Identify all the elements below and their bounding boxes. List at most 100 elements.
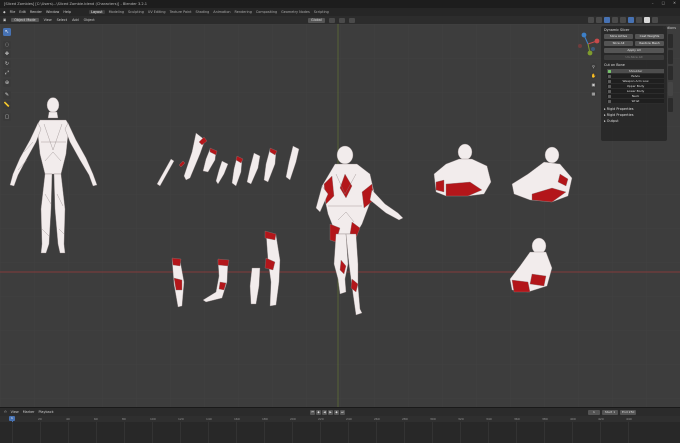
timeline-editor-icon[interactable]: ⏱: [4, 410, 7, 414]
scale-icon[interactable]: ⤢: [3, 69, 11, 77]
tab-compositing[interactable]: Compositing: [256, 10, 277, 14]
slice-all-button[interactable]: Slice All: [604, 41, 633, 46]
ruler-tick-label: 160: [234, 417, 240, 421]
play-reverse-icon[interactable]: ◀: [322, 410, 327, 415]
jump-start-icon[interactable]: ⏮: [310, 410, 315, 415]
frame-ruler[interactable]: 0204060801001201401601802002202402602803…: [0, 416, 680, 422]
menu-add[interactable]: Add: [72, 18, 79, 22]
tab-modeling[interactable]: Modeling: [109, 10, 124, 14]
tab-geometry-nodes[interactable]: Geometry Nodes: [281, 10, 310, 14]
menu-object[interactable]: Object: [84, 18, 95, 22]
ruler-tick-label: 280: [402, 417, 408, 421]
ruler-gridline: [488, 422, 489, 443]
menu-window[interactable]: Window: [46, 10, 59, 14]
menu-render[interactable]: Render: [30, 10, 42, 14]
blender-logo-icon[interactable]: ◆: [3, 10, 6, 14]
tab-misc[interactable]: [668, 98, 673, 112]
pivot-icon[interactable]: [328, 17, 335, 23]
zoom-icon[interactable]: ⚲: [590, 63, 597, 70]
annotate-icon[interactable]: ✎: [3, 91, 11, 99]
collapsed-section[interactable]: ▸ Rigid Properties: [604, 113, 664, 117]
perspective-toggle-icon[interactable]: ▦: [590, 90, 597, 97]
tab-view[interactable]: [668, 66, 673, 80]
prev-key-icon[interactable]: ◆: [316, 410, 321, 415]
close-button[interactable]: ✕: [673, 1, 676, 5]
panel-section-title[interactable]: Dynamic Slicer: [604, 28, 664, 32]
visibility-icon[interactable]: [588, 17, 594, 23]
collapsed-section[interactable]: ▸ Output: [604, 119, 664, 123]
tab-scripting[interactable]: Scripting: [314, 10, 329, 14]
tab-texture-paint[interactable]: Texture Paint: [170, 10, 192, 14]
wireframe-shading-icon[interactable]: [620, 17, 626, 23]
select-box-icon[interactable]: ◌: [3, 40, 11, 49]
minimize-button[interactable]: –: [652, 1, 654, 5]
solid-shading-icon[interactable]: [628, 17, 634, 23]
x-axis-icon[interactable]: [594, 38, 600, 44]
z-axis-icon[interactable]: [581, 32, 587, 38]
list-item[interactable]: Wrist: [607, 99, 664, 104]
ruler-tick-label: 180: [262, 417, 268, 421]
ruler-gridline: [572, 422, 573, 443]
tab-uv-editing[interactable]: UV Editing: [148, 10, 166, 14]
transform-icon[interactable]: ⊕: [3, 78, 11, 87]
pan-hand-icon[interactable]: ✋: [590, 72, 597, 79]
add-cube-icon[interactable]: ▢: [3, 113, 11, 121]
rendered-shading-icon[interactable]: [644, 17, 650, 23]
current-frame-field[interactable]: 1: [588, 410, 600, 415]
rotate-icon[interactable]: ↻: [3, 59, 11, 68]
proportional-edit-icon[interactable]: [348, 17, 355, 23]
tab-rendering[interactable]: Rendering: [235, 10, 252, 14]
ruler-tick-label: 320: [458, 417, 464, 421]
move-icon[interactable]: ✥: [3, 50, 11, 58]
tab-tool[interactable]: [668, 50, 673, 64]
overlay-toggle-icon[interactable]: [604, 17, 610, 23]
collapsed-section[interactable]: ▸ Rigid Properties: [604, 107, 664, 111]
tab-sculpting[interactable]: Sculpting: [128, 10, 144, 14]
timeline-header: ⏱ View Marker Playback ⏮ ◆ ◀ ▶ ◆ ⏭ 1 Sta…: [0, 407, 680, 416]
tab-item[interactable]: [668, 34, 673, 48]
mode-select[interactable]: Object Mode: [11, 18, 39, 22]
snap-icon[interactable]: [338, 17, 345, 23]
start-frame-field[interactable]: Start 1: [602, 410, 618, 415]
shading-options-icon[interactable]: [652, 17, 658, 23]
apply-all-button[interactable]: Apply All: [604, 48, 664, 53]
ruler-tick-label: 260: [374, 417, 380, 421]
maximize-button[interactable]: □: [662, 1, 665, 5]
measure-icon[interactable]: 📏: [3, 100, 11, 109]
cut-on-bone-section[interactable]: Cut on Bone: [604, 63, 664, 67]
gizmo-toggle-icon[interactable]: [596, 17, 602, 23]
tab-addon[interactable]: [668, 82, 673, 96]
3d-viewport[interactable]: [0, 24, 680, 407]
menu-file[interactable]: File: [10, 10, 16, 14]
ruler-tick-label: 300: [430, 417, 436, 421]
editor-type-icon[interactable]: ▣: [3, 18, 6, 22]
ruler-tick-label: 380: [542, 417, 548, 421]
ruler-tick-label: 100: [150, 417, 156, 421]
tab-layout[interactable]: Layout: [89, 10, 105, 14]
next-key-icon[interactable]: ◆: [334, 410, 339, 415]
y-axis-icon[interactable]: [587, 50, 593, 56]
timeline-area[interactable]: 0204060801001201401601802002202402602803…: [0, 416, 680, 443]
menu-help[interactable]: Help: [63, 10, 71, 14]
cast-weights-button[interactable]: Cast Weights: [635, 34, 664, 39]
cursor-icon[interactable]: ↖: [3, 28, 11, 36]
end-frame-field[interactable]: End 250: [620, 410, 637, 415]
navigation-gizmo[interactable]: [574, 30, 602, 58]
viewport-header: ▣ Object Mode View Select Add Object Glo…: [0, 16, 680, 24]
camera-view-icon[interactable]: ▣: [590, 81, 597, 88]
menu-edit[interactable]: Edit: [19, 10, 26, 14]
menu-select[interactable]: Select: [57, 18, 67, 22]
menu-view[interactable]: View: [44, 18, 52, 22]
timeline-menu-playback[interactable]: Playback: [38, 410, 53, 414]
tab-animation[interactable]: Animation: [213, 10, 230, 14]
tab-shading[interactable]: Shading: [195, 10, 209, 14]
xray-icon[interactable]: [612, 17, 618, 23]
material-shading-icon[interactable]: [636, 17, 642, 23]
transform-orientation-select[interactable]: Global: [308, 17, 325, 23]
slice-active-button[interactable]: Slice Active: [604, 34, 633, 39]
play-icon[interactable]: ▶: [328, 410, 333, 415]
jump-end-icon[interactable]: ⏭: [340, 410, 345, 415]
timeline-menu-view[interactable]: View: [11, 410, 19, 414]
timeline-menu-marker[interactable]: Marker: [23, 410, 35, 414]
restore-mesh-button[interactable]: Restore Mesh: [635, 41, 664, 46]
